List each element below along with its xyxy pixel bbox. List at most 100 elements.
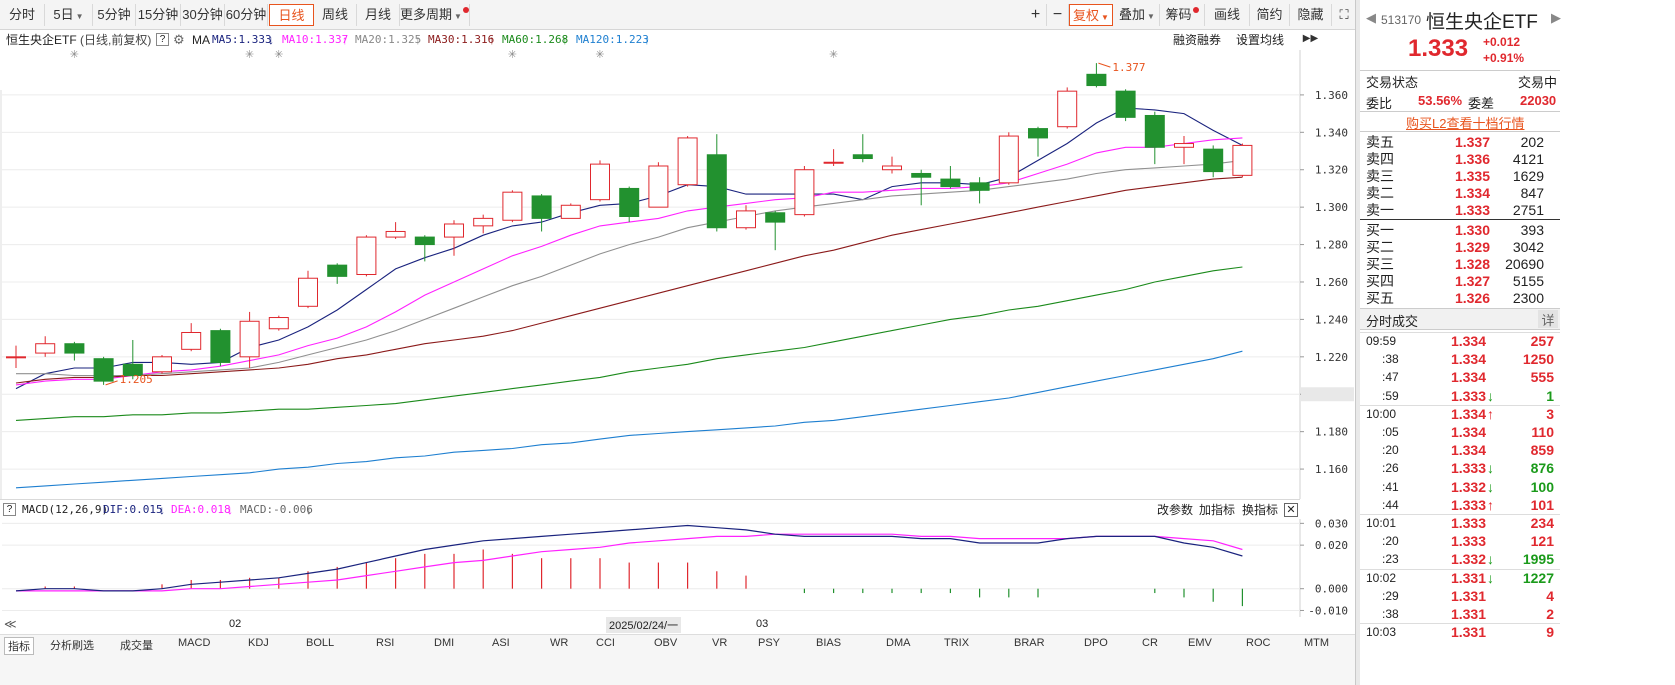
book-volume: 1629 <box>1512 168 1544 184</box>
kline-chart[interactable]: 1.360 1.340 1.320 1.300 1.280 1.260 1.240 1.220… <box>0 50 1355 499</box>
macd-header: ? MACD(12,26,9) DIF:0.015 ↓ DEA:0.018 ↓ … <box>0 499 1300 519</box>
arrow-up-icon: ↑ <box>415 33 421 47</box>
tick-time: :38 <box>1382 352 1399 367</box>
tick-volume: 234 <box>1530 515 1554 531</box>
indicator-tab[interactable]: DMA <box>886 637 910 649</box>
indicator-tab[interactable]: BOLL <box>306 637 334 649</box>
next-stock-icon[interactable]: ▶ <box>1551 10 1561 26</box>
indicator-tab[interactable]: ROC <box>1246 637 1270 649</box>
indicator-tab[interactable]: 成交量 <box>120 637 153 653</box>
book-level-label: 卖三 <box>1366 168 1394 184</box>
chips-button[interactable]: 筹码 <box>1160 4 1205 26</box>
indicator-tab[interactable]: WR <box>550 637 568 649</box>
macd-title: MACD(12,26,9) <box>22 503 109 516</box>
indicator-tab[interactable]: DPO <box>1084 637 1108 649</box>
price-tick-label: 1.300 <box>1315 201 1348 214</box>
switch-indicator-link[interactable]: 换指标 <box>1242 500 1278 520</box>
candle-body-up <box>239 320 260 358</box>
indicator-tab[interactable]: DMI <box>434 637 454 649</box>
hide-button[interactable]: 隐藏▶▶ <box>1290 4 1332 44</box>
adjust-label: 复权 <box>1073 8 1100 23</box>
candle-body-down <box>327 264 348 277</box>
candle-body-down <box>911 172 932 178</box>
tick-volume: 1995 <box>1522 551 1554 568</box>
tab-5min[interactable]: 5分钟 <box>93 4 136 26</box>
macd-tick-label: 0.000 <box>1315 583 1348 596</box>
add-indicator-link[interactable]: 加指标 <box>1199 500 1235 520</box>
period-toolbar: 分时 5日 ▼ 5分钟 15分钟 30分钟 60分钟 日线 周线 月线 更多周期 ▼… <box>0 0 1455 44</box>
tab-daily[interactable]: 日线 <box>269 4 314 26</box>
indicator-tab[interactable]: MTM <box>1304 637 1329 649</box>
arrow-up-icon: ↑ <box>562 33 568 47</box>
candle-body-up <box>998 135 1019 184</box>
fullscreen-icon[interactable]: ⛶ <box>1334 4 1354 26</box>
tab-60min[interactable]: 60分钟 <box>225 4 268 26</box>
indicator-tab[interactable]: KDJ <box>248 637 269 649</box>
close-icon[interactable]: ✕ <box>1284 503 1298 517</box>
indicator-tab[interactable]: ASI <box>492 637 510 649</box>
zoom-out-button[interactable]: − <box>1047 4 1069 26</box>
book-level-label: 买四 <box>1366 273 1394 289</box>
tab-monthly[interactable]: 月线 <box>357 4 400 26</box>
tab-30min[interactable]: 30分钟 <box>181 4 225 26</box>
indicator-tabs: 指标 分析刷选 成交量 MACD KDJ BOLL RSI DMI ASI WR CCI OBV VR P… <box>0 634 1406 685</box>
gear-icon[interactable]: ⚙ <box>173 30 185 50</box>
candle-body-up <box>152 356 172 373</box>
help-icon[interactable]: ? <box>156 33 169 46</box>
change-params-link[interactable]: 改参数 <box>1157 500 1193 520</box>
candles <box>6 63 1253 385</box>
high-label: 1.377 <box>1112 61 1145 74</box>
book-row: 买二 1.329 3042 <box>1360 239 1560 256</box>
tab-intraday[interactable]: 分时 <box>0 4 45 26</box>
tick-price: 1.331 <box>1450 587 1486 604</box>
tick-volume: 110 <box>1531 424 1554 440</box>
tab-more-periods[interactable]: 更多周期 ▼ <box>400 4 470 26</box>
candle-body-down <box>1203 148 1224 173</box>
margin-trading-link[interactable]: 融资融券 <box>1173 30 1221 50</box>
indicator-tab[interactable]: BIAS <box>816 637 841 649</box>
hide-label: 隐藏 <box>1297 7 1324 22</box>
indicator-tab[interactable]: TRIX <box>944 637 969 649</box>
tick-volume: 1 <box>1546 387 1554 404</box>
indicator-tab[interactable]: MACD <box>178 637 210 649</box>
arrow-down-icon: ↓ <box>227 503 233 517</box>
indicator-tab[interactable]: 分析刷选 <box>50 637 94 653</box>
indicator-tab[interactable]: BRAR <box>1014 637 1045 649</box>
draw-button[interactable]: 画线 <box>1205 4 1250 26</box>
ticks-detail-button[interactable]: 详 <box>1538 310 1558 328</box>
candle-body-down <box>64 343 85 354</box>
indicator-tab[interactable]: CR <box>1142 637 1158 649</box>
event-star-icon: ✳ <box>274 50 283 61</box>
indicator-tab[interactable]: RSI <box>376 637 394 649</box>
indicator-tab[interactable]: EMV <box>1188 637 1212 649</box>
tab-5day[interactable]: 5日 ▼ <box>45 4 93 26</box>
scroll-left-icon[interactable]: ≪ <box>4 617 17 631</box>
tick-time: :47 <box>1382 370 1399 385</box>
indicator-tab[interactable]: OBV <box>654 637 677 649</box>
book-level-label: 买二 <box>1366 239 1394 255</box>
overlay-button[interactable]: 叠加 ▼ <box>1115 4 1160 26</box>
tab-15min[interactable]: 15分钟 <box>136 4 181 26</box>
macd-chart[interactable]: 0.030 0.020 0.000 -0.010 <box>0 519 1355 617</box>
l2-purchase-link[interactable]: 购买L2查看十档行情 <box>1406 113 1524 132</box>
tab-weekly[interactable]: 周线 <box>314 4 357 26</box>
adjust-button[interactable]: 复权 ▼ <box>1069 4 1113 26</box>
zoom-in-button[interactable]: + <box>1025 4 1047 26</box>
stock-code: 513170 <box>1381 13 1422 27</box>
indicator-tab[interactable]: 指标 <box>4 637 34 655</box>
arrow-down-icon: ↓ <box>306 503 312 517</box>
help-icon[interactable]: ? <box>3 503 16 516</box>
indicator-tab[interactable]: PSY <box>758 637 780 649</box>
tick-time: :20 <box>1382 443 1399 458</box>
tick-volume: 9 <box>1546 624 1554 641</box>
candle-body-down <box>93 358 114 382</box>
indicator-tab[interactable]: VR <box>712 637 727 649</box>
price-change-pct: +0.91% <box>1483 51 1525 65</box>
ma20-value: MA20:1.325 <box>355 33 422 46</box>
simple-button[interactable]: 简约 <box>1250 4 1290 26</box>
indicator-tab[interactable]: CCI <box>596 637 615 649</box>
ticks-header: 分时成交 详 <box>1360 308 1560 330</box>
ma-lines <box>15 107 1243 489</box>
prev-stock-icon[interactable]: ◀ <box>1366 10 1376 26</box>
price-tick-label: 1.220 <box>1315 351 1348 364</box>
